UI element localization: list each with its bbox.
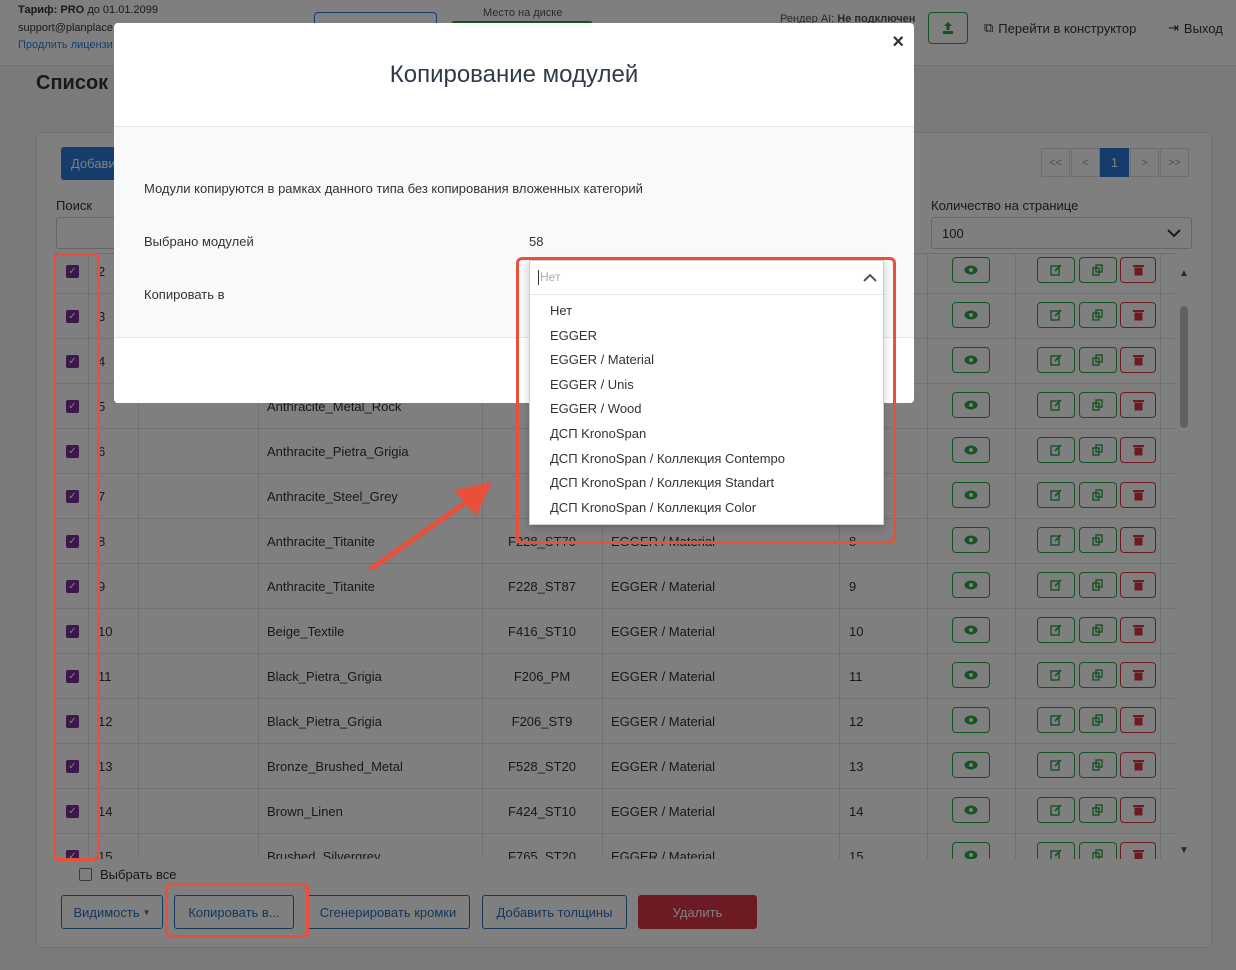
dropdown-highlight <box>516 257 896 544</box>
modal-info-text: Модули копируются в рамках данного типа … <box>144 181 643 196</box>
close-icon[interactable]: × <box>892 31 904 54</box>
checkbox-column-highlight <box>53 253 100 861</box>
copy-to-label: Копировать в <box>144 287 225 302</box>
selected-modules-label: Выбрано модулей <box>144 234 254 249</box>
arrow-icon <box>369 482 492 571</box>
modal-header: Копирование модулей × <box>114 23 914 127</box>
selected-modules-value: 58 <box>529 234 544 249</box>
copy-button-highlight <box>165 883 309 938</box>
modal-title: Копирование модулей <box>389 60 639 88</box>
